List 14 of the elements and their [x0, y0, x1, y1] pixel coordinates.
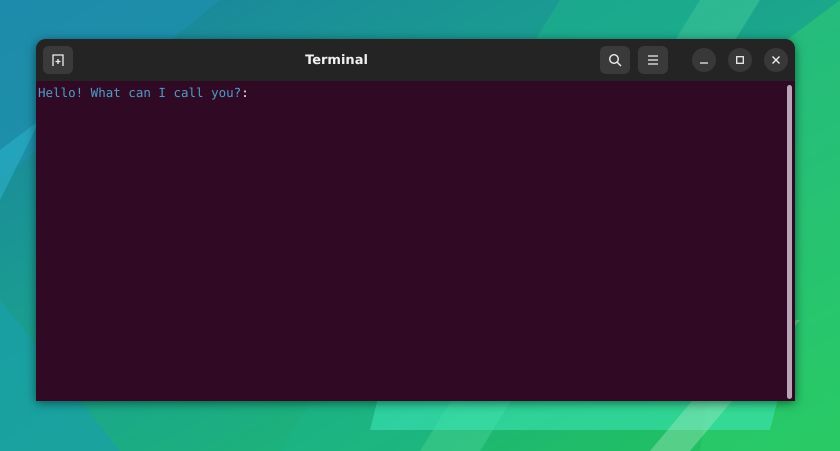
maximize-button[interactable]: [728, 48, 752, 72]
terminal-line: Hello! What can I call you?:: [38, 84, 249, 101]
window-title: Terminal: [304, 52, 369, 68]
close-icon: [772, 56, 780, 64]
scrollbar[interactable]: [787, 85, 792, 399]
new-tab-icon: [51, 53, 65, 67]
minimize-button[interactable]: [692, 48, 716, 72]
menu-icon: [647, 55, 659, 65]
search-button[interactable]: [600, 46, 630, 74]
close-button[interactable]: [764, 48, 788, 72]
search-icon: [608, 53, 622, 67]
new-tab-button[interactable]: [43, 46, 73, 74]
maximize-icon: [736, 56, 744, 64]
menu-button[interactable]: [638, 46, 668, 74]
